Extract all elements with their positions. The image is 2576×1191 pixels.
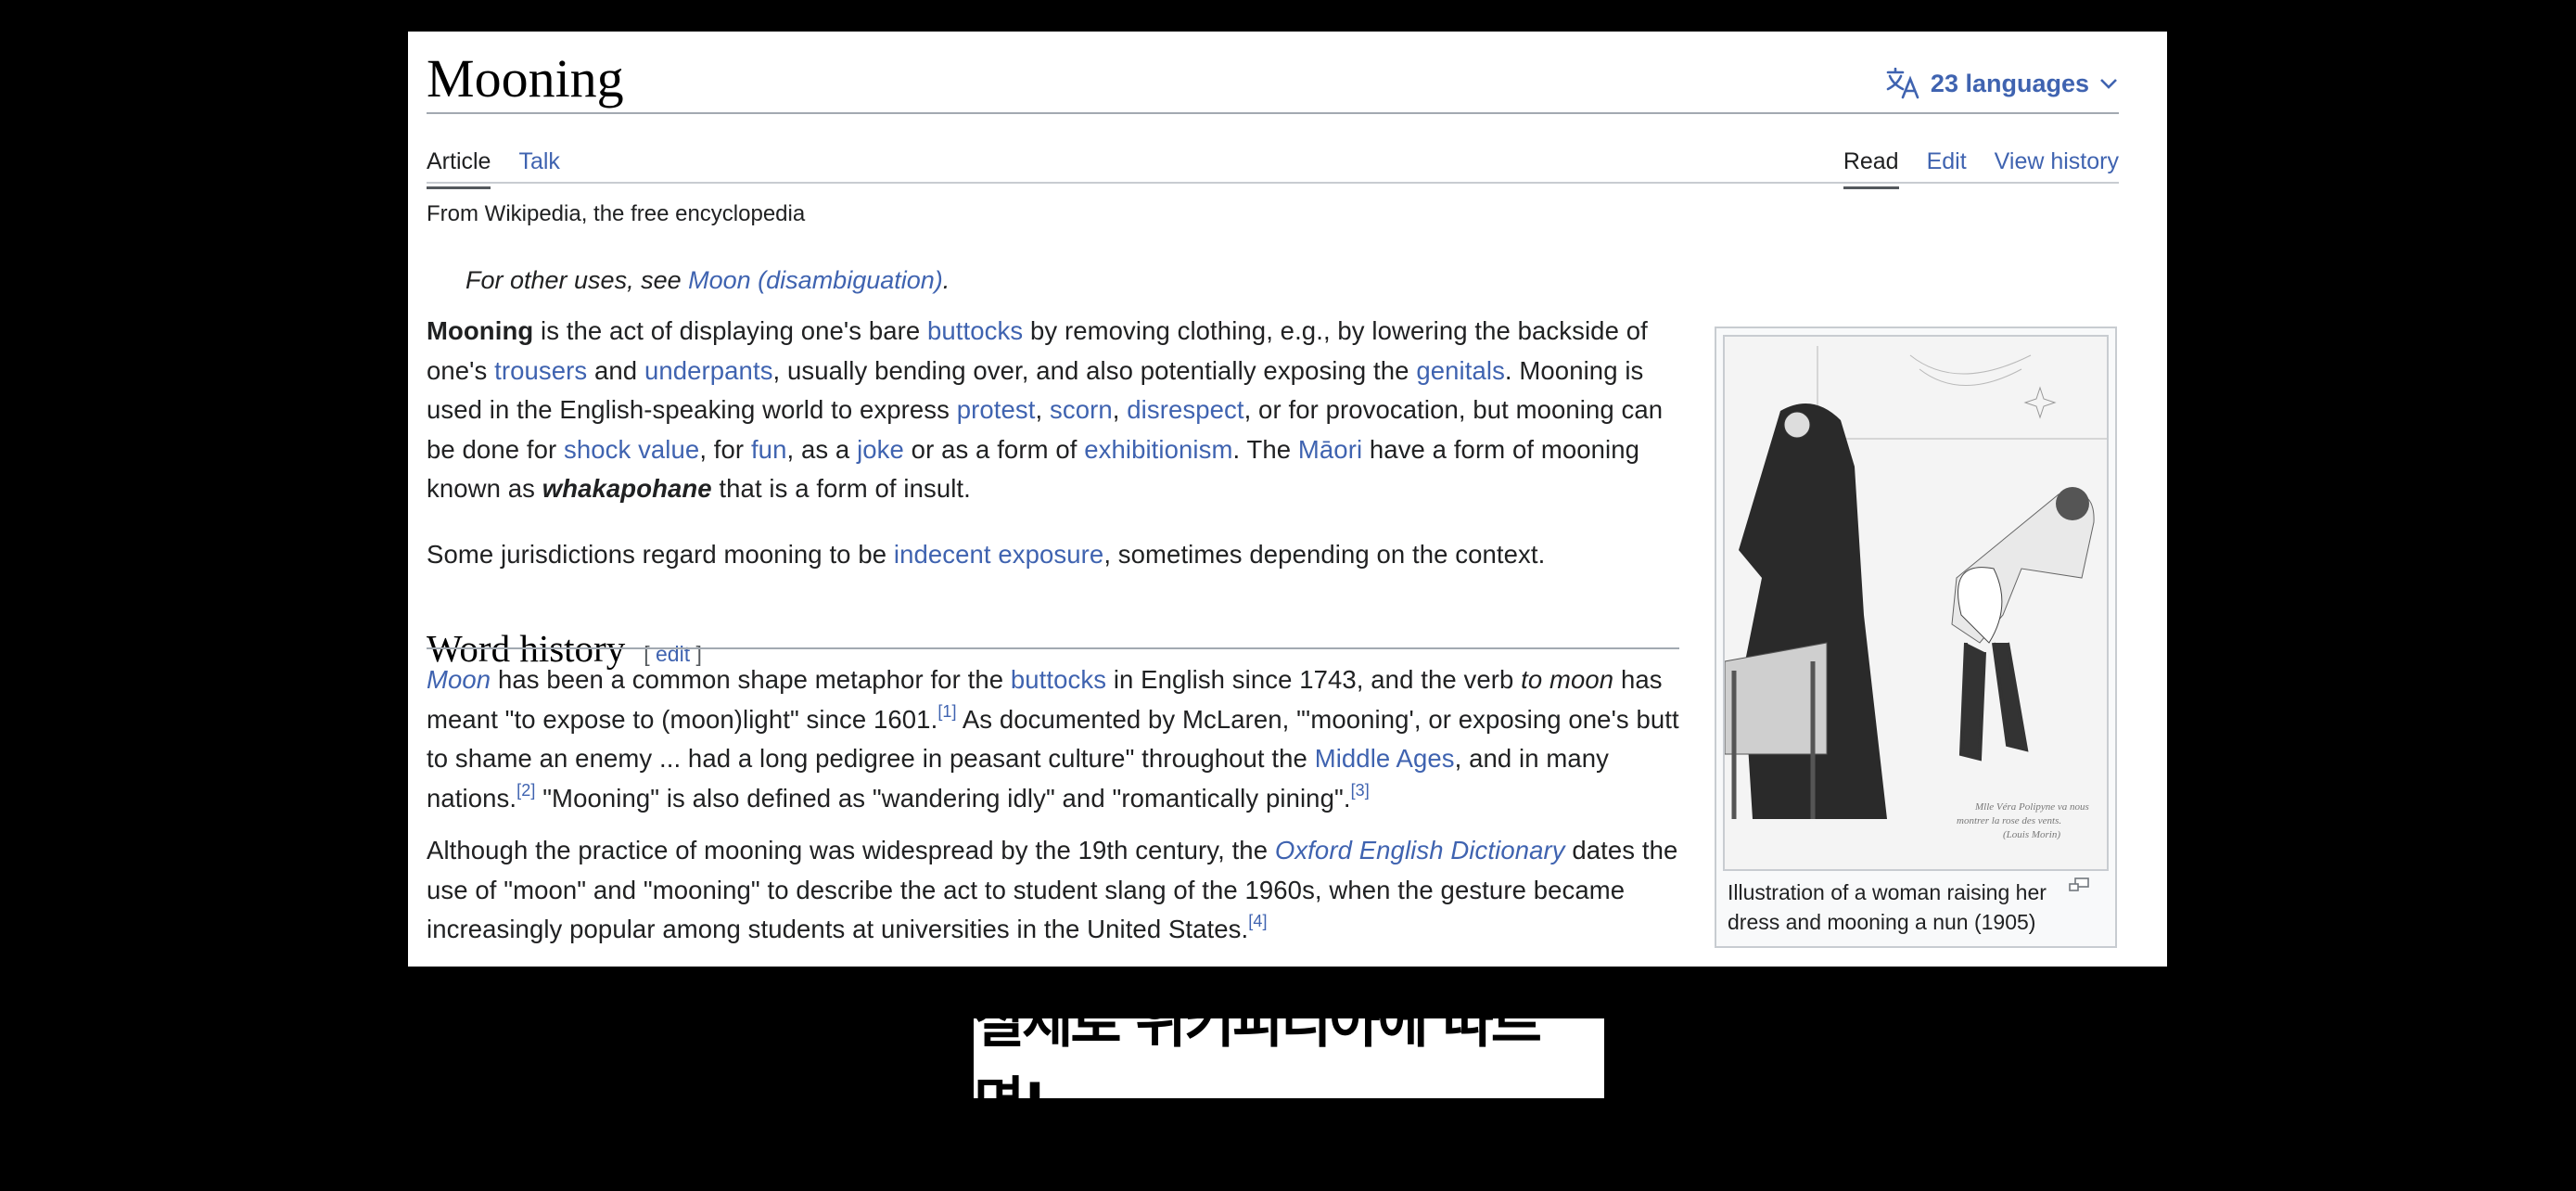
wiki-link[interactable]: genitals (1416, 356, 1505, 385)
section-divider (427, 647, 1679, 649)
text-run: and (587, 355, 644, 385)
section-paragraph-2: Although the practice of mooning was wid… (427, 831, 1683, 950)
text-run: is the act of displaying one's bare (533, 316, 928, 345)
title-divider (427, 112, 2119, 114)
hatnote-prefix: For other uses, see (465, 266, 689, 294)
text-run: , for (699, 434, 751, 464)
wiki-link[interactable]: scorn (1050, 395, 1113, 424)
wiki-link[interactable]: fun (751, 435, 787, 464)
tab-view-history[interactable]: View history (1995, 141, 2119, 182)
wiki-link[interactable]: exhibitionism (1084, 435, 1232, 464)
hatnote: For other uses, see Moon (disambiguation… (465, 263, 950, 297)
wiki-link[interactable]: buttocks (1011, 665, 1106, 694)
enlarge-icon[interactable] (2068, 877, 2090, 899)
wiki-link[interactable]: Māori (1298, 435, 1362, 464)
tab-read[interactable]: Read (1843, 141, 1899, 189)
wiki-link[interactable]: Middle Ages (1315, 744, 1455, 773)
text-run: whakapohane (542, 474, 712, 503)
tab-article[interactable]: Article (427, 141, 491, 189)
chevron-down-icon (2098, 77, 2119, 90)
wiki-link[interactable]: protest (957, 395, 1036, 424)
citation: [2] (516, 781, 535, 800)
hatnote-link[interactable]: Moon (disambiguation) (688, 266, 943, 294)
intro-paragraph-2: Some jurisdictions regard mooning to be … (427, 535, 1683, 575)
tab-edit[interactable]: Edit (1927, 141, 1967, 182)
wiki-link[interactable]: Moon (427, 665, 491, 694)
wiki-link[interactable]: indecent exposure (894, 540, 1103, 569)
wiki-link[interactable]: disrespect (1127, 395, 1243, 424)
wiki-link[interactable]: buttocks (927, 316, 1023, 345)
wiki-link[interactable]: trousers (494, 356, 587, 385)
wikipedia-page: Mooning 23 languages Article Talk Read E… (408, 32, 2167, 967)
languages-label: 23 languages (1930, 69, 2089, 97)
svg-text:(Louis Morin): (Louis Morin) (2003, 829, 2060, 840)
text-run: , sometimes depending on the context. (1103, 540, 1546, 569)
figure-thumbnail: Mlle Véra Polipyne va nous montrer la ro… (1715, 327, 2117, 948)
languages-button[interactable]: 23 languages (1886, 65, 2119, 102)
citation-link[interactable]: [2] (516, 781, 535, 800)
text-run: that is a form of insult. (711, 474, 971, 503)
text-run: or as a form of (903, 434, 1085, 464)
text-run: , (1112, 395, 1128, 424)
text-run: , (1035, 395, 1050, 424)
citation-link[interactable]: [3] (1351, 781, 1370, 800)
wiki-link[interactable]: Oxford English Dictionary (1275, 836, 1565, 864)
text-run: Mooning (427, 316, 534, 345)
namespace-tabs: Article Talk (427, 141, 560, 189)
text-run: . The (1232, 434, 1298, 464)
text-run: Some jurisdictions regard mooning to be (427, 540, 894, 569)
wiki-link[interactable]: shock value (564, 435, 699, 464)
page-title: Mooning (427, 48, 624, 109)
view-tabs: Read Edit View history (1843, 141, 2119, 189)
text-run: in English since 1743, and the verb (1106, 665, 1522, 694)
text-run: to moon (1521, 665, 1614, 694)
text-run: "Mooning" is also defined as "wandering … (535, 783, 1351, 813)
text-run: Although the practice of mooning was wid… (427, 836, 1275, 864)
video-subtitle: 실제로 위키피디아에 따르면! (974, 991, 1604, 1136)
text-run: , as a (786, 434, 858, 464)
citation-link[interactable]: [4] (1248, 912, 1267, 930)
text-run: has been a common shape metaphor for the (491, 665, 1011, 694)
illustration-placeholder: Mlle Véra Polipyne va nous montrer la ro… (1725, 337, 2107, 869)
figure-caption: Illustration of a woman raising her dres… (1728, 880, 2047, 934)
intro-paragraph-1: Mooning is the act of displaying one's b… (427, 312, 1683, 509)
text-run: , usually bending over, and also potenti… (772, 355, 1417, 385)
tab-talk[interactable]: Talk (518, 141, 559, 182)
svg-text:Mlle Véra Polipyne va nous: Mlle Véra Polipyne va nous (1974, 801, 2089, 813)
site-tagline: From Wikipedia, the free encyclopedia (427, 201, 806, 226)
wiki-link[interactable]: joke (857, 435, 904, 464)
citation: [3] (1351, 781, 1370, 800)
figure-image[interactable]: Mlle Véra Polipyne va nous montrer la ro… (1723, 335, 2109, 871)
hatnote-suffix: . (942, 266, 950, 294)
section-paragraph-1: Moon has been a common shape metaphor fo… (427, 660, 1683, 818)
citation: [4] (1248, 912, 1267, 930)
citation: [1] (937, 702, 956, 721)
citation-link[interactable]: [1] (937, 702, 956, 721)
translate-icon (1886, 68, 1921, 99)
svg-text:montrer la rose des vents.: montrer la rose des vents. (1957, 815, 2061, 826)
tabs-divider (427, 182, 2119, 184)
wiki-link[interactable]: underpants (644, 356, 773, 385)
